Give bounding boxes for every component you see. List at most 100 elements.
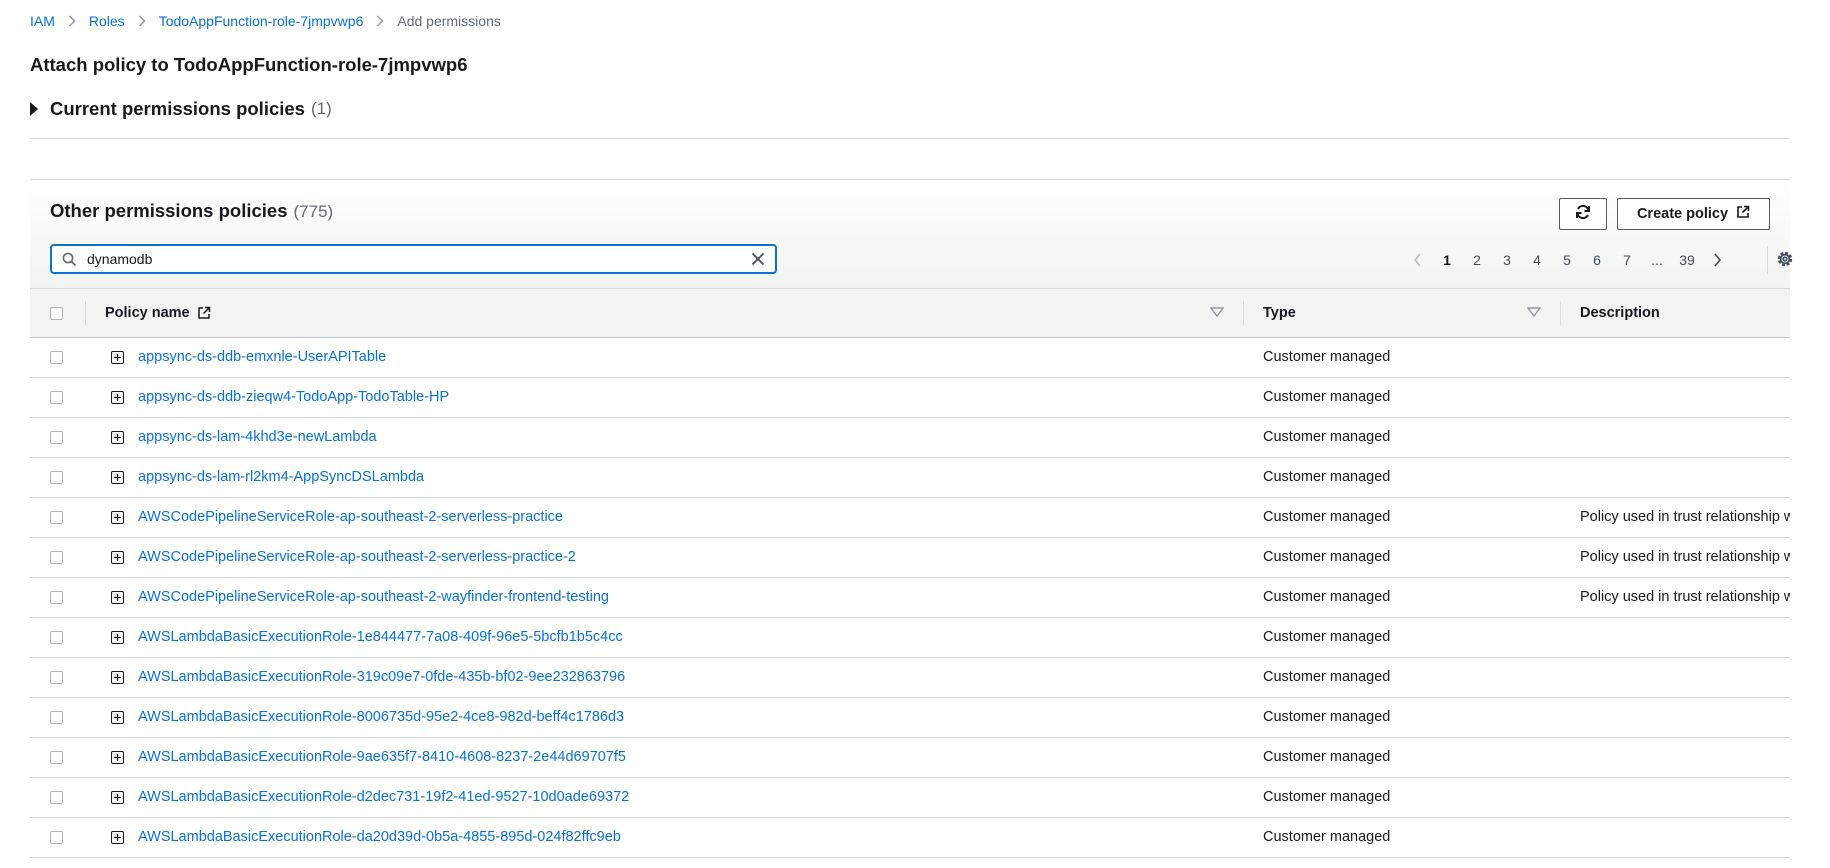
policy-description: Policy used in trust relationship w [1580,589,1790,605]
plus-square-icon[interactable] [111,631,124,644]
policy-name-link[interactable]: AWSCodePipelineServiceRole-ap-southeast-… [138,589,609,605]
create-policy-button[interactable]: Create policy [1617,198,1770,230]
plus-square-icon[interactable] [111,351,124,364]
policy-name-link[interactable]: appsync-ds-ddb-emxnle-UserAPITable [138,349,386,365]
row-checkbox[interactable] [50,391,63,404]
column-header-description[interactable]: Description [1580,289,1660,337]
current-policies-count: (1) [310,99,332,118]
chevron-right-icon [376,15,384,27]
external-link-icon [1736,205,1750,223]
breadcrumb-role[interactable]: TodoAppFunction-role-7jmpvwp6 [159,13,364,29]
page-2[interactable]: 2 [1462,252,1492,268]
row-checkbox[interactable] [50,511,63,524]
policy-type: Customer managed [1263,349,1391,365]
search-input[interactable] [85,250,751,268]
plus-square-icon[interactable] [111,551,124,564]
plus-square-icon[interactable] [111,391,124,404]
policy-name-link[interactable]: AWSCodePipelineServiceRole-ap-southeast-… [138,509,563,525]
plus-square-icon[interactable] [111,431,124,444]
policy-name-link[interactable]: appsync-ds-lam-rl2km4-AppSyncDSLambda [138,469,424,485]
current-policies-toggle[interactable]: Current permissions policies (1) [30,98,332,120]
plus-square-icon[interactable] [111,671,124,684]
policy-name-link[interactable]: appsync-ds-ddb-zieqw4-TodoApp-TodoTable-… [138,389,449,405]
breadcrumb-roles[interactable]: Roles [89,13,125,29]
column-divider [1560,301,1561,325]
policy-type: Customer managed [1263,829,1391,845]
table-row: appsync-ds-ddb-zieqw4-TodoApp-TodoTable-… [30,378,1790,418]
policy-name-link[interactable]: AWSLambdaBasicExecutionRole-1e844477-7a0… [138,629,623,645]
page-39[interactable]: 39 [1672,252,1702,268]
page-6[interactable]: 6 [1582,252,1612,268]
policy-name-link[interactable]: AWSLambdaBasicExecutionRole-319c09e7-0fd… [138,669,625,685]
plus-square-icon[interactable] [111,511,124,524]
row-checkbox[interactable] [50,471,63,484]
policy-type: Customer managed [1263,749,1391,765]
policy-type: Customer managed [1263,469,1391,485]
page-1[interactable]: 1 [1432,252,1462,268]
policy-type: Customer managed [1263,389,1391,405]
breadcrumb-current: Add permissions [397,13,501,29]
page-5[interactable]: 5 [1552,252,1582,268]
select-all-checkbox[interactable] [50,306,63,320]
sort-descending-icon[interactable] [1210,307,1224,317]
policy-name-link[interactable]: appsync-ds-lam-4khd3e-newLambda [138,429,377,445]
plus-square-icon[interactable] [111,751,124,764]
search-field[interactable] [50,244,777,274]
policy-type: Customer managed [1263,629,1391,645]
pagination: 1 2 3 4 5 6 7 ... 39 [1402,248,1732,272]
row-checkbox[interactable] [50,431,63,444]
policy-name-link[interactable]: AWSLambdaBasicExecutionRole-9ae635f7-841… [138,749,626,765]
panel-header: Other permissions policies (775) Create p… [30,180,1793,288]
policy-type: Customer managed [1263,509,1391,525]
chevron-right-icon [68,15,76,27]
row-checkbox[interactable] [50,631,63,644]
table-row: AWSLambdaBasicExecutionRole-8006735d-95e… [30,698,1790,738]
table-header: Policy name Type Description [30,288,1790,338]
row-checkbox[interactable] [50,831,63,844]
refresh-icon [1575,204,1591,224]
other-policies-label: Other permissions policies [50,200,288,221]
sort-descending-icon[interactable] [1527,307,1541,317]
plus-square-icon[interactable] [111,711,124,724]
table-row: AWSCodePipelineServiceRole-ap-southeast-… [30,498,1790,538]
close-icon[interactable] [751,252,765,266]
breadcrumb-iam[interactable]: IAM [30,13,55,29]
policy-name-link[interactable]: AWSLambdaBasicExecutionRole-da20d39d-0b5… [138,829,621,845]
plus-square-icon[interactable] [111,591,124,604]
policy-type: Customer managed [1263,589,1391,605]
table-row: AWSLambdaBasicExecutionRole-d2dec731-19f… [30,778,1790,818]
description-header-label: Description [1580,305,1660,321]
policy-name-link[interactable]: AWSLambdaBasicExecutionRole-8006735d-95e… [138,709,624,725]
row-checkbox[interactable] [50,351,63,364]
column-header-type[interactable]: Type [1263,289,1296,337]
page-4[interactable]: 4 [1522,252,1552,268]
refresh-button[interactable] [1559,198,1607,230]
table-row: AWSLambdaBasicExecutionRole-9ae635f7-841… [30,738,1790,778]
row-checkbox[interactable] [50,711,63,724]
prev-page-icon[interactable] [1402,253,1432,267]
page-3[interactable]: 3 [1492,252,1522,268]
next-page-icon[interactable] [1702,253,1732,267]
column-header-policy-name[interactable]: Policy name [105,289,211,337]
policy-type: Customer managed [1263,429,1391,445]
plus-square-icon[interactable] [111,791,124,804]
policy-name-link[interactable]: AWSLambdaBasicExecutionRole-d2dec731-19f… [138,789,629,805]
page-7[interactable]: 7 [1612,252,1642,268]
row-checkbox[interactable] [50,671,63,684]
row-checkbox[interactable] [50,751,63,764]
plus-square-icon[interactable] [111,471,124,484]
row-checkbox[interactable] [50,591,63,604]
row-checkbox[interactable] [50,791,63,804]
policy-description: Policy used in trust relationship w [1580,549,1790,565]
column-divider [85,301,86,325]
table-row: AWSLambdaBasicExecutionRole-1e844477-7a0… [30,618,1790,658]
type-header-label: Type [1263,305,1296,321]
policy-name-link[interactable]: AWSCodePipelineServiceRole-ap-southeast-… [138,549,576,565]
gear-icon[interactable] [1776,250,1794,268]
table-row: AWSCodePipelineServiceRole-ap-southeast-… [30,538,1790,578]
divider [1767,246,1768,274]
plus-square-icon[interactable] [111,831,124,844]
column-divider [1243,301,1244,325]
policy-type: Customer managed [1263,789,1391,805]
row-checkbox[interactable] [50,551,63,564]
